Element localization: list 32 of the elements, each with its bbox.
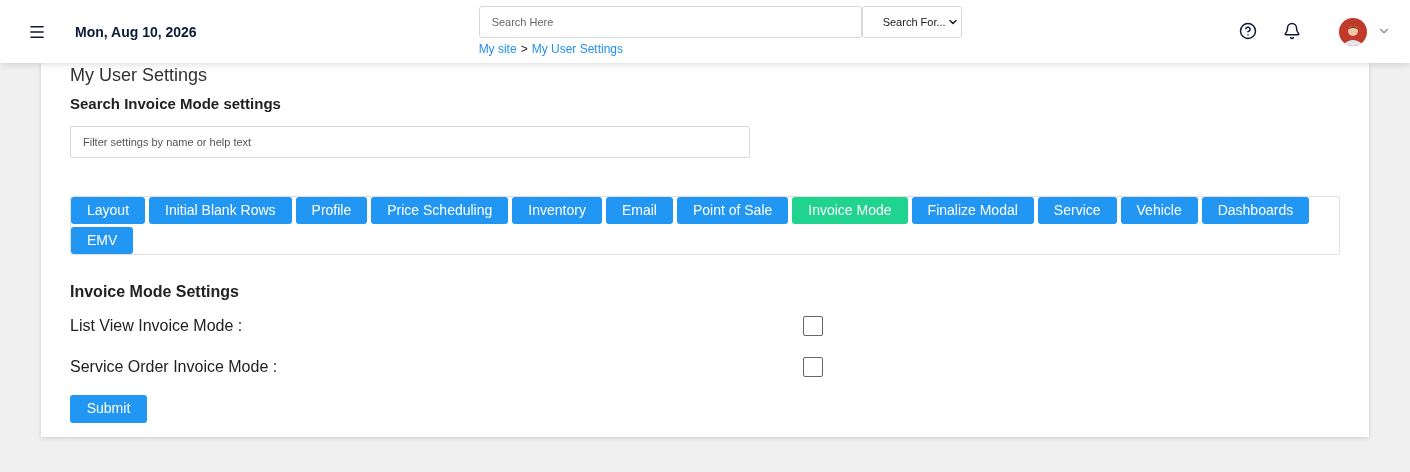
tab[interactable]: Inventory bbox=[512, 196, 602, 224]
tab[interactable]: Finalize Modal bbox=[911, 196, 1034, 224]
help-icon[interactable] bbox=[1239, 22, 1257, 40]
submit-button[interactable]: Submit bbox=[70, 394, 147, 423]
section-heading: Invoice Mode Settings bbox=[70, 281, 240, 302]
tab[interactable]: Email bbox=[605, 196, 673, 224]
tab[interactable]: Invoice Mode bbox=[792, 196, 908, 224]
tab[interactable]: EMV bbox=[71, 226, 134, 254]
breadcrumb-separator: > bbox=[520, 41, 528, 58]
tab[interactable]: Price Scheduling bbox=[371, 196, 509, 224]
section-heading: Search Invoice Mode settings bbox=[70, 94, 282, 114]
menu-icon[interactable] bbox=[28, 23, 46, 39]
breadcrumb-link[interactable]: My site bbox=[478, 40, 517, 58]
current-date: Mon, Aug 10, 2026 bbox=[75, 23, 197, 42]
tab[interactable]: Initial Blank Rows bbox=[149, 196, 292, 224]
tab[interactable]: Layout bbox=[71, 196, 146, 224]
tab[interactable]: Profile bbox=[295, 196, 368, 224]
breadcrumb-link[interactable]: My User Settings bbox=[531, 40, 623, 58]
avatar-icon[interactable] bbox=[1339, 18, 1367, 46]
notification-bell-icon[interactable] bbox=[1283, 22, 1301, 40]
filter-field[interactable]: Filter settings by name or help text bbox=[70, 125, 750, 158]
setting-label: List View Invoice Mode : bbox=[70, 315, 244, 336]
checkbox[interactable] bbox=[803, 315, 823, 336]
tab[interactable]: Service bbox=[1037, 196, 1117, 224]
tab[interactable]: Dashboards bbox=[1201, 196, 1310, 224]
search-field[interactable]: Search Here bbox=[478, 6, 862, 38]
search-for-select[interactable]: Search For... bbox=[861, 6, 962, 38]
checkbox[interactable] bbox=[803, 356, 823, 377]
setting-label: Service Order Invoice Mode : bbox=[70, 356, 279, 377]
page-title: My User Settings bbox=[70, 65, 209, 85]
tab[interactable]: Point of Sale bbox=[676, 196, 789, 224]
tab[interactable]: Vehicle bbox=[1120, 196, 1198, 224]
